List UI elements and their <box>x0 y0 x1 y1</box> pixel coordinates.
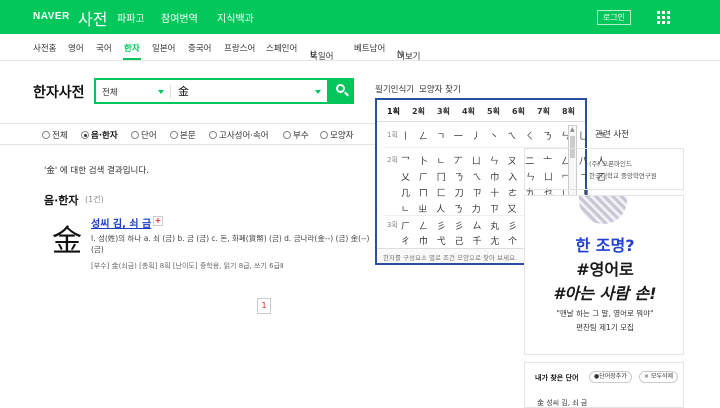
recent-words-title: 내가 찾은 단어 <box>535 374 579 382</box>
ad-headline-1: 한 조명? <box>525 232 683 256</box>
stroke-tab-3[interactable]: 3획 <box>437 106 450 117</box>
top-header: NAVER 사전 파파고 참여번역 지식백과 로그인 <box>0 0 720 34</box>
entry-meta: [부수] 金(쇠금) [총획] 8획 [난이도] 중학용, 읽기 8급, 쓰기 … <box>91 262 284 270</box>
pagination-current[interactable]: 1 <box>257 298 271 314</box>
page-title: 한자사전 <box>33 85 85 101</box>
ad-headline-2: #영어로 <box>576 260 634 279</box>
language-nav: 사전홈 영어 국어 한자 일본어 중국어 프랑스어 스페인어 독일어 U 베트남… <box>0 34 720 62</box>
lang-tab-vietnamese[interactable]: 베트남어 <box>354 42 385 54</box>
radio-icon <box>170 131 178 139</box>
search-icon-handle <box>344 91 349 97</box>
naver-logo[interactable]: NAVER <box>33 11 70 22</box>
update-badge: U <box>310 50 317 60</box>
stroke-tab-6[interactable]: 6획 <box>512 106 525 117</box>
app-grid-icon[interactable] <box>657 11 670 24</box>
stroke-tab-2[interactable]: 2획 <box>412 106 425 117</box>
related-publisher[interactable]: (주) 오픈마인드 <box>589 158 632 168</box>
search-button[interactable] <box>329 78 354 104</box>
ad-banner[interactable]: 한 조명? #영어로 #아는 사람 손! "맨날 하는 그 말, 영어로 뭐야"… <box>524 195 684 355</box>
filter-label: 고사성어·속어 <box>219 131 269 141</box>
chevron-down-icon: ▾ <box>397 50 401 57</box>
filter-label: 음·한자 <box>91 131 118 141</box>
radio-icon <box>320 131 328 139</box>
stroke-tab-8[interactable]: 8획 <box>562 106 575 117</box>
lang-tab-chinese[interactable]: 중국어 <box>188 42 211 54</box>
stroke-row-label: 3획 <box>387 221 398 229</box>
filter-label: 부수 <box>293 131 309 141</box>
lang-tab-spanish[interactable]: 스페인어 <box>266 42 297 54</box>
filter-label: 전체 <box>52 131 68 141</box>
related-dict-title: 관련 사전 <box>595 130 629 140</box>
search-scope-select[interactable]: 전체 <box>102 86 118 98</box>
lang-tab-japanese[interactable]: 일본어 <box>152 42 175 54</box>
shape-search-button[interactable]: 모양자 찾기 <box>419 83 461 95</box>
popup-hint: 한자를 구성요소 별로 조건 모양으로 찾아 보세요. <box>383 254 518 262</box>
search-input[interactable] <box>178 84 318 97</box>
stroke-tab-1[interactable]: 1획 <box>387 106 400 117</box>
filter-reading-hanja[interactable]: 음·한자 <box>81 129 118 141</box>
filter-shape[interactable]: 모양자 <box>320 129 353 141</box>
recent-words-box: 내가 찾은 단어 ●단어장추가 × 모두삭제 金 성씨 김, 쇠 금 <box>524 362 684 408</box>
stroke-count-tabs: 1획 2획 3획 4획 5획 6획 7획 8획 <box>377 100 585 122</box>
ad-subline-1: "맨날 하는 그 말, 영어로 뭐야" <box>556 309 654 318</box>
ad-headline-3: #아는 사람 손! <box>553 284 657 303</box>
stroke-tab-7[interactable]: 7획 <box>537 106 550 117</box>
active-tab-indicator <box>123 58 141 60</box>
filter-radical[interactable]: 부수 <box>283 129 309 141</box>
radio-selected-icon <box>81 131 89 139</box>
stroke-row-label: 2획 <box>387 156 398 164</box>
entry-definition: I. 성(姓)의 하나 a. 쇠 (금) b. 금 (금) c. 돈, 화폐(貨… <box>91 234 370 254</box>
lang-tab-french[interactable]: 프랑스어 <box>224 42 255 54</box>
hanja-character[interactable]: 金 <box>52 216 82 260</box>
login-button[interactable]: 로그인 <box>597 10 631 25</box>
delete-all-chip[interactable]: × 모두삭제 <box>639 371 679 383</box>
section-heading: 음·한자 <box>44 194 79 207</box>
result-count: (1건) <box>85 195 104 204</box>
radio-icon <box>283 131 291 139</box>
entry-reading-link[interactable]: 성씨 김, 쇠 금 <box>91 215 151 230</box>
search-box: 전체 <box>94 78 329 104</box>
filter-label: 단어 <box>141 131 157 141</box>
filter-idioms[interactable]: 고사성어·속어 <box>209 129 269 141</box>
nav-papago[interactable]: 파파고 <box>117 10 145 25</box>
add-to-wordbook-chip[interactable]: ●단어장추가 <box>589 371 632 383</box>
search-summary: '金' 에 대한 검색 결과입니다. <box>44 166 149 176</box>
filter-label: 본문 <box>180 131 196 141</box>
radio-icon <box>131 131 139 139</box>
filter-all[interactable]: 전체 <box>42 129 68 141</box>
handwriting-input-button[interactable]: 필기인식기 <box>375 83 414 95</box>
stroke-tab-5[interactable]: 5획 <box>487 106 500 117</box>
add-wordbook-button[interactable]: + <box>153 216 163 226</box>
recent-word-item[interactable]: 金 성씨 김, 쇠 금 <box>537 398 587 408</box>
related-institute[interactable]: 한국대학교 중앙학연구원 <box>589 170 657 180</box>
lang-tab-english[interactable]: 영어 <box>68 42 84 54</box>
filter-label: 모양자 <box>330 131 354 141</box>
lang-tab-korean[interactable]: 국어 <box>96 42 112 54</box>
autocomplete-toggle-icon[interactable] <box>315 90 321 94</box>
search-divider <box>170 85 171 98</box>
radio-icon <box>42 131 50 139</box>
nav-participate[interactable]: 참여번역 <box>161 10 198 25</box>
lang-tab-hanja[interactable]: 한자 <box>124 42 140 54</box>
filter-word[interactable]: 단어 <box>131 129 157 141</box>
disco-ball-graphic <box>579 196 627 224</box>
stroke-tab-4[interactable]: 4획 <box>462 106 475 117</box>
ad-subline-2: 편찬팀 제1기 모집 <box>576 323 634 332</box>
nav-knowledge[interactable]: 지식백과 <box>217 10 254 25</box>
lang-tab-home[interactable]: 사전홈 <box>33 42 56 54</box>
filter-body[interactable]: 본문 <box>170 129 196 141</box>
chevron-down-icon[interactable] <box>158 90 164 94</box>
radio-icon <box>209 131 217 139</box>
stroke-row-label: 1획 <box>387 131 398 139</box>
scroll-up-icon[interactable]: ▲ <box>570 127 575 133</box>
service-title[interactable]: 사전 <box>78 6 107 30</box>
ad-headline-1-text: 한 조명? <box>575 236 635 255</box>
related-dict-box: (주) 오픈마인드 한국대학교 중앙학연구원 <box>524 148 684 190</box>
